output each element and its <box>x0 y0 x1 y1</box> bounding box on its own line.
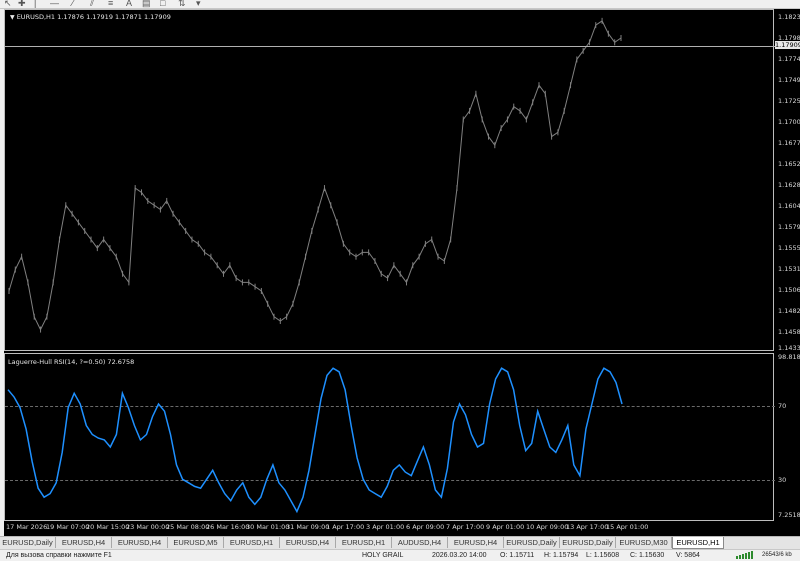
horizontal-line-icon[interactable]: — <box>50 0 59 8</box>
bar-volume: V: 5864 <box>676 552 700 559</box>
tab-eurusd-daily[interactable]: EURUSD,Daily <box>0 537 56 548</box>
tab-eurusd-h1[interactable]: EURUSD,H1 <box>224 537 280 548</box>
bar-high: H: 1.15794 <box>544 552 579 559</box>
bid-price-tag: 1.17909 <box>775 41 800 49</box>
tab-eurusd-h4[interactable]: EURUSD,H4 <box>448 537 504 548</box>
price-tick: 1.17250 <box>778 97 800 105</box>
bid-line <box>5 46 775 47</box>
price-tick: 1.15065 <box>778 286 800 294</box>
channel-icon[interactable]: ⫽ <box>90 0 94 8</box>
bar-open: O: 1.15711 <box>500 552 535 559</box>
time-tick: 3 Apr 01:00 <box>366 523 405 531</box>
tab-eurusd-daily[interactable]: EURUSD,Daily <box>560 537 616 548</box>
time-tick: 17 Mar 2026 <box>6 523 48 531</box>
price-tick: 1.15310 <box>778 265 800 273</box>
tab-eurusd-m5[interactable]: EURUSD,M5 <box>168 537 224 548</box>
indicator-tick: 70 <box>778 402 787 410</box>
bar-low: L: 1.15608 <box>586 552 620 559</box>
tab-eurusd-h1[interactable]: EURUSD,H1 <box>336 537 392 548</box>
time-tick: 10 Apr 09:00 <box>526 523 569 531</box>
price-tick: 1.17005 <box>778 118 800 126</box>
vertical-line-icon[interactable]: | <box>34 0 36 8</box>
time-tick: 30 Mar 01:00 <box>246 523 290 531</box>
shapes-icon[interactable]: □ <box>160 0 165 8</box>
price-tick: 1.16525 <box>778 160 800 168</box>
chart-tabs: EURUSD,Daily EURUSD,H4 EURUSD,H4 EURUSD,… <box>0 536 800 549</box>
tab-eurusd-h4[interactable]: EURUSD,H4 <box>112 537 168 548</box>
indicator-pane[interactable]: Laguerre-Hull RSI(14, ?=0.50) 72.6758 <box>4 353 775 521</box>
indicator-tick: 30 <box>778 476 787 484</box>
time-tick: 13 Apr 17:00 <box>566 523 609 531</box>
price-tick: 1.14335 <box>778 344 800 352</box>
time-axis[interactable]: 17 Mar 2026 19 Mar 07:00 20 Mar 15:00 23… <box>4 521 800 536</box>
arrows-icon[interactable]: ⇅ <box>178 0 186 8</box>
indicator-tick: 7.2518 <box>778 511 800 519</box>
time-tick: 15 Apr 01:00 <box>606 523 649 531</box>
price-pane[interactable]: ▼ EURUSD,H1 1.17876 1.17919 1.17871 1.17… <box>4 9 775 351</box>
traffic-counter: 26543/6 kb <box>762 552 792 558</box>
time-tick: 6 Apr 09:00 <box>406 523 445 531</box>
profile-name: HOLY GRAIL <box>362 552 404 559</box>
tab-eurusd-h4[interactable]: EURUSD,H4 <box>56 537 112 548</box>
time-tick: 19 Mar 07:00 <box>46 523 90 531</box>
text-icon[interactable]: A <box>126 0 132 8</box>
price-tick: 1.16040 <box>778 202 800 210</box>
price-tick: 1.15555 <box>778 244 800 252</box>
bar-close: C: 1.15630 <box>630 552 665 559</box>
time-tick: 31 Mar 09:00 <box>286 523 330 531</box>
chart-window[interactable]: ▼ EURUSD,H1 1.17876 1.17919 1.17871 1.17… <box>4 9 800 536</box>
help-text: Для вызова справки нажмите F1 <box>6 552 112 559</box>
bar-datetime: 2026.03.20 14:00 <box>432 552 487 559</box>
time-tick: 20 Mar 15:00 <box>86 523 130 531</box>
price-tick: 1.14820 <box>778 307 800 315</box>
crosshair-icon[interactable]: ✚ <box>18 0 26 8</box>
trendline-icon[interactable]: ∕ <box>72 0 74 8</box>
price-tick: 1.14580 <box>778 328 800 336</box>
time-tick: 9 Apr 01:00 <box>486 523 525 531</box>
dropdown-icon[interactable]: ▾ <box>196 0 201 8</box>
cursor-icon[interactable]: ↖ <box>4 0 12 8</box>
price-chart <box>8 17 622 333</box>
price-series-line <box>8 20 622 331</box>
time-tick: 23 Mar 00:00 <box>126 523 170 531</box>
price-axis[interactable]: 1.18230 1.17985 1.17740 1.17490 1.17250 … <box>774 9 800 521</box>
tab-eurusd-m30[interactable]: EURUSD,M30 <box>616 537 672 548</box>
connection-status-icon[interactable] <box>735 551 761 559</box>
tab-eurusd-h1-active[interactable]: EURUSD,H1 <box>672 537 724 549</box>
tab-audusd-h4[interactable]: AUDUSD,H4 <box>392 537 448 548</box>
time-tick: 25 Mar 08:00 <box>166 523 210 531</box>
time-tick: 1 Apr 17:00 <box>326 523 365 531</box>
fibonacci-icon[interactable]: ≡ <box>108 0 113 8</box>
price-tick: 1.18230 <box>778 13 800 21</box>
time-tick: 26 Mar 16:00 <box>206 523 250 531</box>
label-icon[interactable]: ▤ <box>142 0 151 8</box>
price-tick: 1.16770 <box>778 139 800 147</box>
price-tick: 1.17740 <box>778 55 800 63</box>
tab-eurusd-h4[interactable]: EURUSD,H4 <box>280 537 336 548</box>
drawing-toolbar: ↖ ✚ | — ∕ ⫽ ≡ A ▤ □ ⇅ ▾ <box>0 0 800 9</box>
tab-eurusd-daily[interactable]: EURUSD,Daily <box>504 537 560 548</box>
price-tick: 1.16285 <box>778 181 800 189</box>
price-tick: 1.15795 <box>778 223 800 231</box>
indicator-tick: 98.8184 <box>778 353 800 361</box>
status-bar: Для вызова справки нажмите F1 HOLY GRAIL… <box>0 549 800 561</box>
indicator-chart <box>7 367 623 514</box>
time-tick: 7 Apr 17:00 <box>446 523 485 531</box>
laguerre-hull-rsi-line <box>7 367 623 514</box>
price-tick: 1.17490 <box>778 76 800 84</box>
